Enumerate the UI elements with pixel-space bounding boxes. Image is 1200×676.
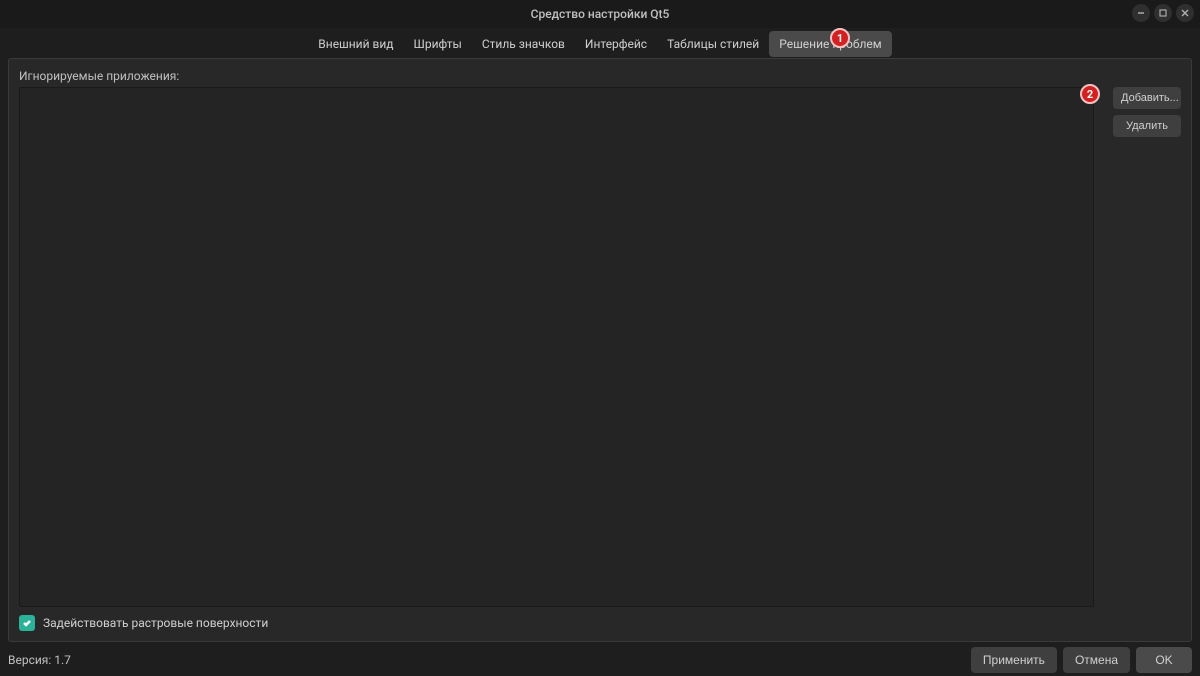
minimize-button[interactable] xyxy=(1132,4,1150,22)
tab-fonts[interactable]: Шрифты xyxy=(404,31,472,57)
apply-button[interactable]: Применить xyxy=(971,647,1057,673)
minimize-icon xyxy=(1136,8,1146,18)
titlebar: Средство настройки Qt5 xyxy=(0,0,1200,28)
raster-checkbox-label[interactable]: Задействовать растровые поверхности xyxy=(43,616,268,630)
version-label: Версия: 1.7 xyxy=(8,653,71,667)
content-frame: Игнорируемые приложения: Добавить... Уда… xyxy=(8,58,1192,642)
raster-checkbox-row: Задействовать растровые поверхности xyxy=(19,615,268,631)
tab-appearance[interactable]: Внешний вид xyxy=(308,31,403,57)
maximize-button[interactable] xyxy=(1154,4,1172,22)
side-buttons: Добавить... Удалить xyxy=(1113,87,1181,137)
tab-troubleshoot[interactable]: Решение проблем xyxy=(769,31,891,57)
close-button[interactable] xyxy=(1176,4,1194,22)
add-button[interactable]: Добавить... xyxy=(1113,87,1181,109)
cancel-button[interactable]: Отмена xyxy=(1063,647,1130,673)
window-title: Средство настройки Qt5 xyxy=(531,7,670,21)
maximize-icon xyxy=(1158,8,1168,18)
ok-button[interactable]: OK xyxy=(1136,647,1192,673)
ignored-apps-label: Игнорируемые приложения: xyxy=(19,69,179,83)
tab-bar: Внешний вид Шрифты Стиль значков Интерфе… xyxy=(0,28,1200,56)
delete-button[interactable]: Удалить xyxy=(1113,115,1181,137)
raster-checkbox[interactable] xyxy=(19,615,35,631)
tab-interface[interactable]: Интерфейс xyxy=(575,31,657,57)
window-controls xyxy=(1132,4,1194,22)
tab-stylesheets[interactable]: Таблицы стилей xyxy=(657,31,769,57)
footer: Версия: 1.7 Применить Отмена OK xyxy=(0,644,1200,676)
tab-icon-style[interactable]: Стиль значков xyxy=(472,31,575,57)
ignored-apps-listbox[interactable] xyxy=(19,87,1094,607)
footer-buttons: Применить Отмена OK xyxy=(971,647,1192,673)
close-icon xyxy=(1180,8,1190,18)
check-icon xyxy=(22,618,32,628)
